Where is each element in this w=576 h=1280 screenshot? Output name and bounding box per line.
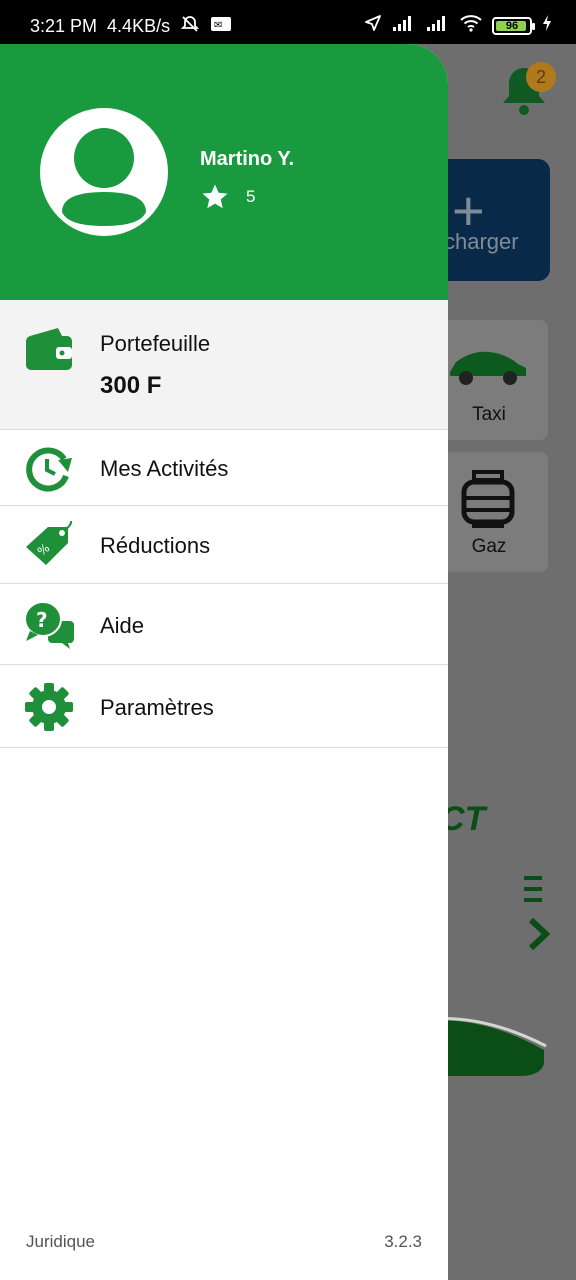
- recharge-label: charger: [444, 229, 519, 254]
- battery-level: 96: [505, 19, 519, 32]
- star-icon: [202, 184, 228, 209]
- gas-cylinder-icon: [461, 470, 515, 528]
- navigation-drawer: Martino Y. 5 Portefeuille 300 F Mes Acti: [0, 44, 448, 1280]
- menu-label-discounts: Réductions: [100, 533, 211, 558]
- network-speed: 4.4KB/s: [107, 16, 171, 36]
- charging-icon: [542, 14, 552, 37]
- wallet-icon: [24, 326, 74, 379]
- menu-label-help: Aide: [100, 613, 145, 638]
- signal-icon-1: [392, 14, 416, 37]
- gear-icon: [24, 682, 74, 737]
- location-icon: [364, 14, 382, 37]
- signal-icon-2: [426, 14, 450, 37]
- alarm-off-icon: [180, 14, 200, 39]
- help-chat-icon: ?: [24, 599, 76, 656]
- clock: 3:21 PM: [30, 16, 98, 36]
- wallet-section[interactable]: Portefeuille 300 F: [0, 300, 448, 430]
- history-icon: [24, 446, 74, 497]
- rating-value: 5: [246, 187, 256, 206]
- notification-badge: 2: [526, 62, 556, 92]
- menu-item-settings[interactable]: Paramètres: [0, 666, 448, 748]
- avatar[interactable]: [40, 108, 168, 236]
- wallet-balance: 300 F: [100, 372, 162, 399]
- user-name: Martino Y.: [200, 148, 295, 170]
- svg-text:✉: ✉: [214, 20, 222, 31]
- menu-label-settings: Paramètres: [100, 695, 214, 720]
- menu-item-help[interactable]: ? Aide: [0, 585, 448, 665]
- car-icon: [450, 351, 526, 385]
- wallet-label: Portefeuille: [100, 331, 211, 356]
- user-rating: 5: [200, 182, 255, 212]
- user-avatar-icon: [62, 128, 146, 226]
- menu-label-activities: Mes Activités: [100, 456, 229, 481]
- menu-lines-icon: [522, 874, 546, 909]
- message-icon: ✉: [210, 15, 232, 38]
- svg-text:?: ?: [36, 608, 48, 632]
- chevron-right-icon[interactable]: [526, 916, 552, 957]
- legal-link[interactable]: Juridique: [26, 1232, 95, 1252]
- drawer-header: Martino Y. 5: [0, 44, 448, 300]
- battery-icon: 96: [492, 16, 535, 35]
- status-bar: 3:21 PM 4.4KB/s ✉ 96: [0, 0, 576, 44]
- wifi-icon: [460, 14, 482, 37]
- discount-tag-icon: %: [24, 518, 76, 574]
- menu-item-activities[interactable]: Mes Activités: [0, 431, 448, 506]
- app-version: 3.2.3: [384, 1232, 422, 1251]
- menu-item-discounts[interactable]: % Réductions: [0, 507, 448, 584]
